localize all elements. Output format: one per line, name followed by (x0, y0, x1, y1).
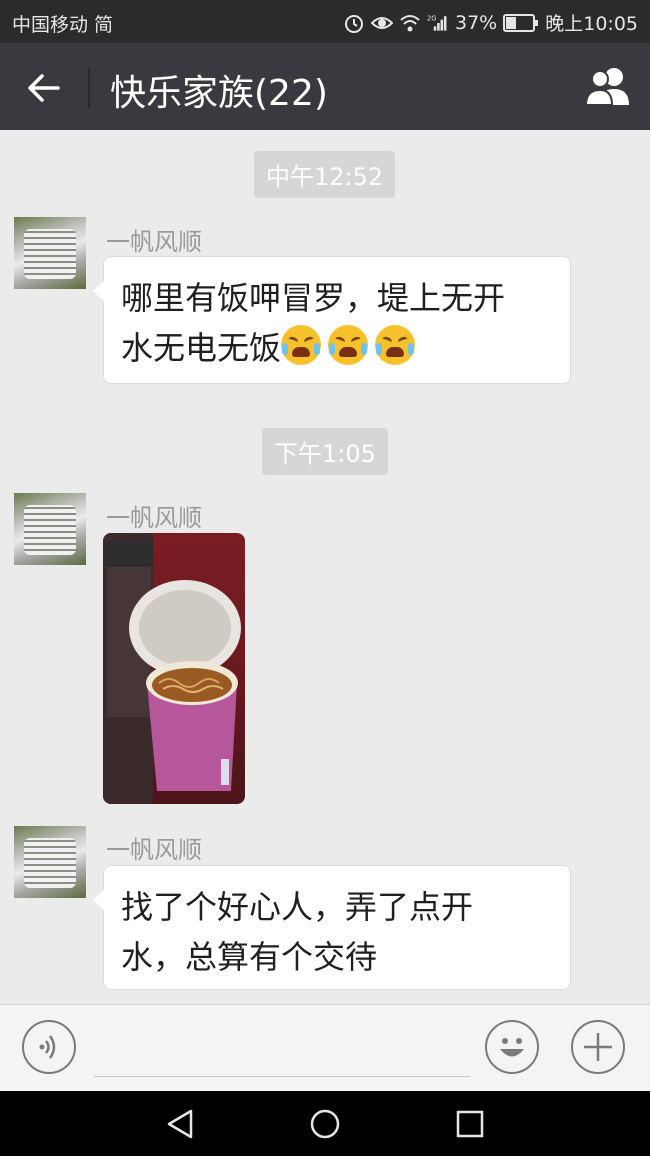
signal-icon: 2G (427, 14, 447, 31)
chat-title: 快乐家族(22) (110, 73, 328, 114)
message-text-line-2: 水无电无饭 (121, 323, 552, 373)
timestamp: 下午1:05 (262, 428, 388, 475)
voice-button[interactable] (22, 1020, 76, 1074)
nav-back-icon[interactable] (163, 1107, 197, 1141)
avatar[interactable] (14, 493, 86, 565)
nav-home-icon[interactable] (308, 1107, 342, 1141)
emoji-icon (500, 1038, 524, 1057)
avatar[interactable] (14, 217, 86, 289)
voice-icon (39, 1035, 56, 1059)
message-bubble[interactable]: 哪里有饭呷冒罗，堤上无开 水无电无饭 (93, 256, 571, 384)
wifi-icon (400, 14, 420, 31)
timestamp: 中午12:52 (254, 151, 396, 198)
input-bar (0, 1004, 650, 1092)
sender-name: 一帆风顺 (106, 836, 202, 864)
plus-icon (584, 1033, 612, 1061)
battery-percent: 37% (455, 11, 498, 34)
message-text-line: 哪里有饭呷冒罗，堤上无开 (121, 279, 506, 317)
carrier-label: 中国移动 简 (12, 14, 114, 36)
more-button[interactable] (571, 1020, 625, 1074)
system-nav-bar (0, 1091, 650, 1156)
alarm-icon (345, 14, 363, 33)
message-text-line: 找了个好心人，弄了点开 (121, 888, 474, 926)
nav-recent-icon[interactable] (453, 1107, 487, 1141)
eye-icon (371, 16, 393, 29)
avatar[interactable] (14, 826, 86, 898)
back-arrow-icon[interactable] (18, 63, 68, 113)
crying-emoji-icon (375, 325, 416, 365)
message-text-line-2: 水，总算有个交待 (121, 938, 378, 976)
clock: 晚上10:05 (545, 13, 638, 35)
message-text: 水无电无饭 (121, 329, 282, 367)
message-input[interactable] (94, 1076, 470, 1077)
header-divider (88, 67, 90, 107)
status-bar: 中国移动 简 2G 37% 晚上10:05 (0, 0, 650, 43)
chat-area[interactable]: 中午12:52 一帆风顺 哪里有饭呷冒罗，堤上无开 水无电无饭 下午1:05 一… (0, 130, 650, 1004)
network-type: 2G (427, 14, 437, 22)
crying-emoji-icon (281, 325, 322, 365)
sender-name: 一帆风顺 (106, 228, 202, 256)
emoji-button[interactable] (485, 1020, 539, 1074)
image-message[interactable] (103, 533, 245, 804)
battery-icon (503, 13, 539, 32)
message-bubble[interactable]: 找了个好心人，弄了点开 水，总算有个交待 (93, 865, 571, 990)
instant-noodles-photo (103, 533, 241, 804)
chat-header: 快乐家族(22) (0, 43, 650, 130)
crying-emoji-icon (328, 325, 369, 365)
group-members-icon[interactable] (582, 65, 634, 109)
status-right: 2G 37% 晚上10:05 (343, 9, 638, 36)
sender-name: 一帆风顺 (106, 504, 202, 532)
